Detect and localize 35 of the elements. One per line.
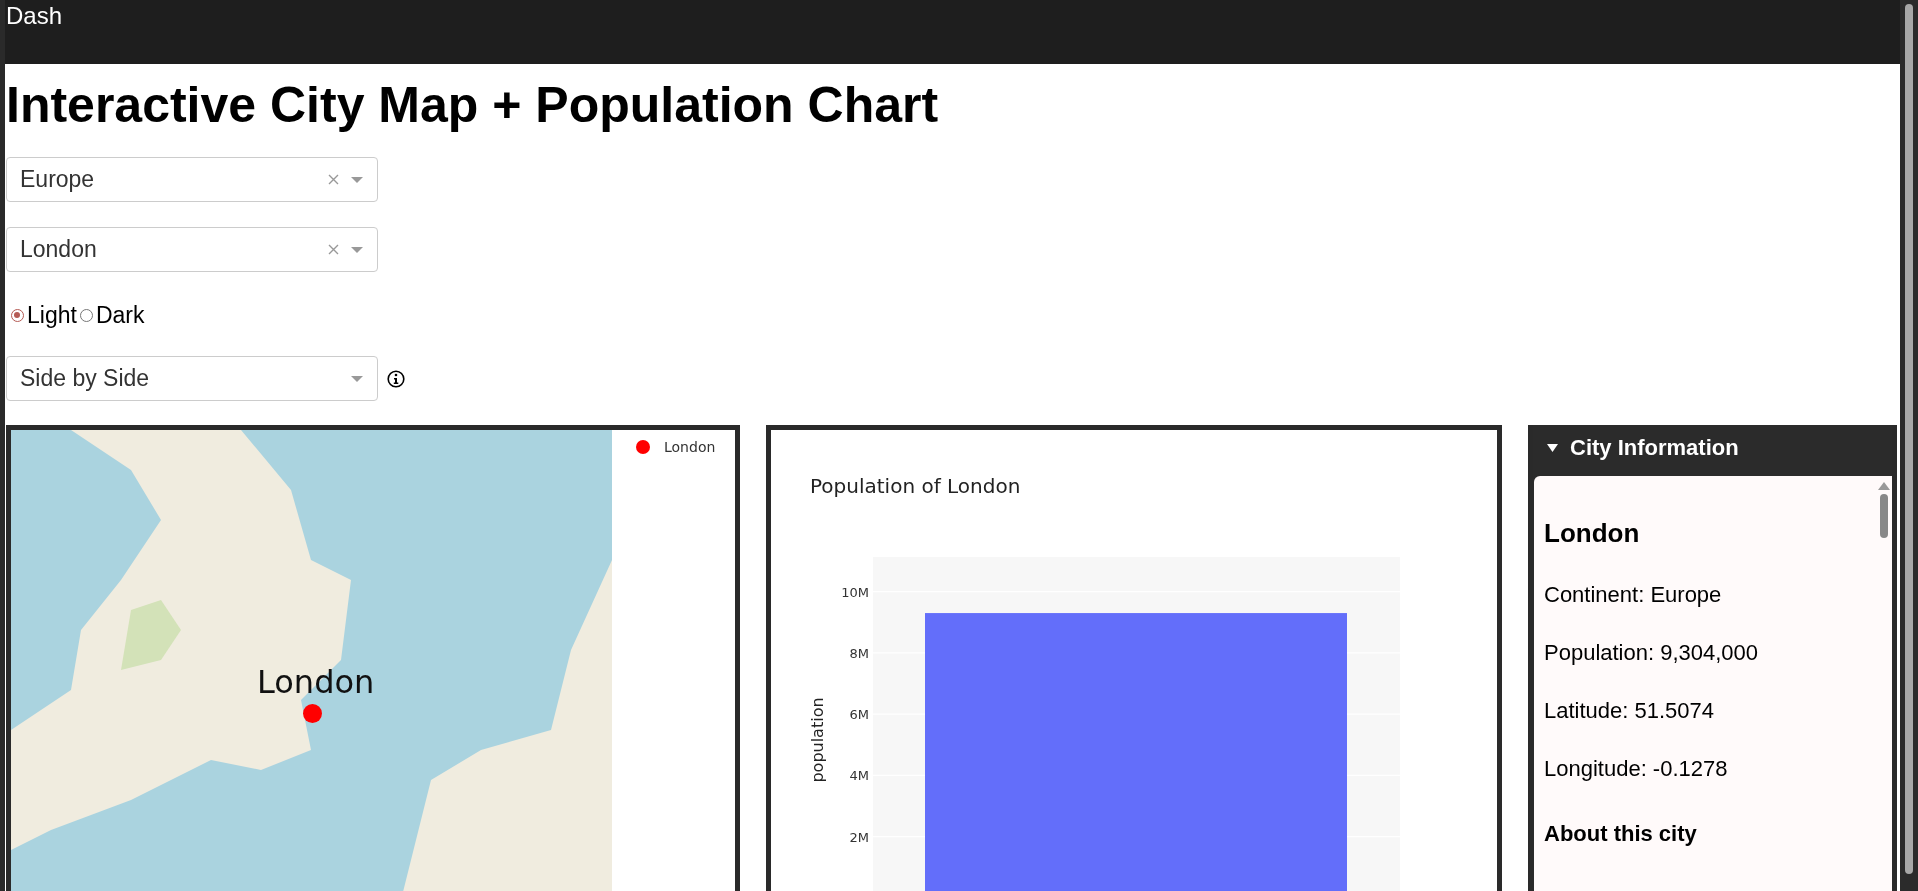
page-scrollbar[interactable] <box>1900 0 1918 891</box>
info-icon[interactable] <box>387 369 405 388</box>
layout-dropdown[interactable]: Side by Side <box>6 356 378 401</box>
forest-area <box>121 600 181 670</box>
clear-icon[interactable] <box>328 244 339 255</box>
city-dropdown[interactable]: London <box>6 227 378 272</box>
legend-item[interactable]: London <box>636 439 735 455</box>
theme-radio[interactable]: Dark <box>79 301 145 329</box>
app-title: Dash <box>5 1 63 30</box>
info-text: Latitude: 51.5074 <box>1544 699 1716 723</box>
clear-icon[interactable] <box>328 174 339 185</box>
info-text: Continent: Europe <box>1544 583 1723 607</box>
continent-dropdown[interactable]: Europe <box>6 157 378 202</box>
caret-icon <box>351 176 363 183</box>
y-tick-label: 10M <box>841 584 869 600</box>
y-tick-label: 2M <box>849 829 869 845</box>
info-text: Population: 9,304,000 <box>1544 641 1760 665</box>
y-tick-label: 8M <box>849 645 869 661</box>
y-axis-label: population <box>808 697 827 783</box>
theme-radio[interactable]: Light <box>11 301 77 329</box>
scroll-up-icon[interactable] <box>1878 482 1890 490</box>
city-info-toggle[interactable]: City Information <box>1533 425 1892 471</box>
marker-label: London <box>257 663 375 701</box>
scrollbar-thumb[interactable] <box>1880 494 1888 538</box>
chart-title: Population of London <box>810 474 1021 498</box>
city-marker[interactable] <box>303 704 322 723</box>
y-tick-label: 6M <box>849 707 869 723</box>
caret-icon <box>351 375 363 382</box>
page-heading: Interactive City Map + Population Chart <box>6 78 940 133</box>
section-heading: About this city <box>1544 821 1698 847</box>
y-tick-label: 4M <box>849 768 869 784</box>
map-drawing[interactable]: London <box>11 430 612 891</box>
city-name: London <box>1544 518 1641 549</box>
info-text: Longitude: -0.1278 <box>1544 757 1729 781</box>
caret-icon <box>351 246 363 253</box>
